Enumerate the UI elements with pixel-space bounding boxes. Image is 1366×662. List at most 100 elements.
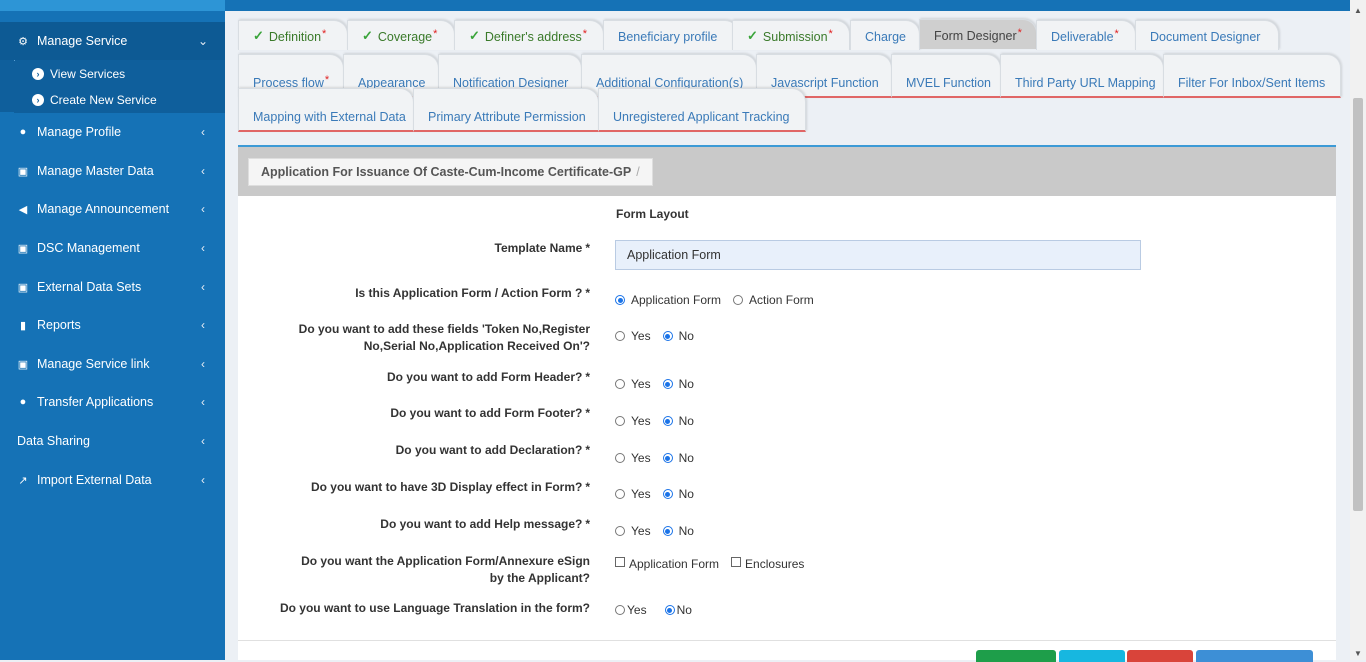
tab-form-designer[interactable]: Form Designer *: [919, 19, 1037, 49]
tab-label: MVEL Function: [906, 76, 991, 90]
label-text: Do you want to add Form Header?: [386, 370, 583, 384]
tab-primary-attribute-permission[interactable]: Primary Attribute Permission: [413, 88, 599, 132]
radio-yes[interactable]: [615, 331, 625, 341]
sidebar-subitem-create-new-service[interactable]: › Create New Service: [14, 87, 225, 113]
radio-no[interactable]: [664, 605, 675, 615]
sidebar-item-label: Manage Service link: [37, 357, 150, 371]
sidebar-item-external-data-sets[interactable]: ▣ External Data Sets ‹: [0, 268, 225, 306]
sidebar-item-manage-master-data[interactable]: ▣ Manage Master Data ‹: [0, 152, 225, 190]
next-button[interactable]: [1196, 650, 1313, 662]
tab-label: Document Designer: [1150, 30, 1261, 44]
sidebar-item-manage-service-link[interactable]: ▣ Manage Service link ‹: [0, 345, 225, 383]
save-button[interactable]: [976, 650, 1056, 662]
label-text: Do you want to add Form Footer?: [390, 406, 583, 420]
checkbox-application-form[interactable]: [615, 557, 625, 567]
radio-yes[interactable]: [615, 605, 625, 615]
tab-document-designer[interactable]: Document Designer: [1135, 20, 1279, 50]
option-label: Application Form: [631, 293, 722, 307]
tab-definition[interactable]: ✓ Definition *: [238, 20, 348, 50]
chevron-left-icon: ‹: [201, 395, 205, 409]
radio-no[interactable]: [662, 453, 673, 463]
radio-no[interactable]: [662, 331, 673, 341]
radio-no[interactable]: [662, 416, 673, 426]
tab-mvel-function[interactable]: MVEL Function: [891, 54, 1001, 98]
option-label: Action Form: [749, 293, 814, 307]
tab-third-party-url-mapping[interactable]: Third Party URL Mapping: [1000, 54, 1164, 98]
template-name-input[interactable]: [615, 240, 1141, 270]
cancel-button[interactable]: [1127, 650, 1193, 662]
chevron-left-icon: ‹: [201, 357, 205, 371]
scrollbar-thumb[interactable]: [1353, 98, 1363, 511]
sidebar-item-import-external-data[interactable]: ↗ Import External Data ‹: [0, 461, 225, 499]
token-fields-label: Do you want to add these fields 'Token N…: [250, 321, 590, 355]
radio-yes[interactable]: [615, 453, 625, 463]
sidebar: ⚙ Manage Service ⌄ › View Services › Cre…: [0, 0, 225, 660]
option-label: Yes: [631, 329, 651, 343]
required-star: *: [585, 443, 590, 457]
sidebar-item-label: Transfer Applications: [37, 395, 154, 409]
template-name-label: Template Name *: [250, 240, 590, 257]
option-label: Yes: [631, 524, 651, 538]
sidebar-item-transfer-applications[interactable]: ● Transfer Applications ‹: [0, 383, 225, 421]
chevron-circle-right-icon: ›: [32, 68, 44, 80]
tab-charge[interactable]: Charge: [850, 20, 920, 50]
radio-yes[interactable]: [615, 489, 625, 499]
sidebar-item-manage-service[interactable]: ⚙ Manage Service ⌄: [0, 22, 225, 60]
required-mark: *: [828, 28, 833, 40]
radio-no[interactable]: [662, 379, 673, 389]
tab-definers-address[interactable]: ✓ Definer's address *: [454, 20, 604, 50]
breadcrumb-title: Application For Issuance Of Caste-Cum-In…: [261, 165, 632, 179]
radio-no[interactable]: [662, 489, 673, 499]
required-star: *: [585, 286, 590, 300]
file-icon: ▮: [19, 319, 27, 332]
tab-unregistered-applicant-tracking[interactable]: Unregistered Applicant Tracking: [598, 88, 806, 132]
radio-application-form[interactable]: [615, 295, 625, 305]
tab-beneficiary-profile[interactable]: Beneficiary profile: [603, 20, 739, 50]
required-star: *: [585, 241, 590, 255]
option-label: Yes: [631, 487, 651, 501]
section-title: Form Layout: [616, 207, 689, 221]
module-icon: ▣: [17, 242, 29, 255]
sidebar-item-manage-profile[interactable]: ● Manage Profile ‹: [0, 113, 225, 151]
preview-button[interactable]: [1059, 650, 1125, 662]
bullhorn-icon: ◀: [18, 203, 28, 216]
scroll-up-icon[interactable]: ▲: [1354, 6, 1362, 15]
option-label: Yes: [631, 451, 651, 465]
radio-yes[interactable]: [615, 416, 625, 426]
breadcrumb-separator: /: [636, 165, 640, 179]
tab-filter-for-inbox-sent-items[interactable]: Filter For Inbox/Sent Items: [1163, 54, 1341, 98]
chevron-left-icon: ‹: [201, 241, 205, 255]
radio-no[interactable]: [662, 526, 673, 536]
tab-coverage[interactable]: ✓ Coverage *: [347, 20, 455, 50]
sidebar-item-label: Manage Service: [37, 34, 128, 48]
form-footer-options: Yes No: [615, 414, 706, 428]
label-text: Is this Application Form / Action Form ?: [355, 286, 583, 300]
required-mark: *: [433, 28, 438, 40]
declaration-label: Do you want to add Declaration? *: [250, 442, 590, 459]
scroll-down-icon[interactable]: ▼: [1354, 649, 1362, 658]
main-content: ✓ Definition * ✓ Coverage * ✓ Definer's ad…: [225, 0, 1366, 662]
scrollbar[interactable]: ▲ ▼: [1350, 0, 1366, 660]
chevron-left-icon: ‹: [201, 125, 205, 139]
app-action-label: Is this Application Form / Action Form ?…: [250, 285, 590, 302]
option-label: No: [676, 603, 692, 617]
checkbox-enclosures[interactable]: [731, 557, 742, 567]
sidebar-item-dsc-management[interactable]: ▣ DSC Management ‹: [0, 229, 225, 267]
tab-deliverable[interactable]: Deliverable *: [1036, 20, 1136, 50]
tab-label: Primary Attribute Permission: [428, 110, 586, 124]
check-icon: ✓: [362, 28, 373, 43]
tab-label: Third Party URL Mapping: [1015, 76, 1156, 90]
sidebar-item-label: DSC Management: [37, 241, 140, 255]
radio-action-form[interactable]: [733, 295, 744, 305]
radio-yes[interactable]: [615, 526, 625, 536]
module-icon: ▣: [17, 281, 29, 294]
tab-submission[interactable]: ✓ Submission *: [732, 20, 850, 50]
radio-yes[interactable]: [615, 379, 625, 389]
display-3d-options: Yes No: [615, 487, 706, 501]
sidebar-item-data-sharing[interactable]: Data Sharing ‹: [0, 422, 225, 460]
required-mark: *: [324, 74, 330, 86]
tab-mapping-with-external-data[interactable]: Mapping with External Data: [238, 88, 414, 132]
sidebar-subitem-view-services[interactable]: › View Services: [14, 61, 225, 87]
sidebar-item-manage-announcement[interactable]: ◀ Manage Announcement ‹: [0, 190, 225, 228]
sidebar-item-reports[interactable]: ▮ Reports ‹: [0, 306, 225, 344]
